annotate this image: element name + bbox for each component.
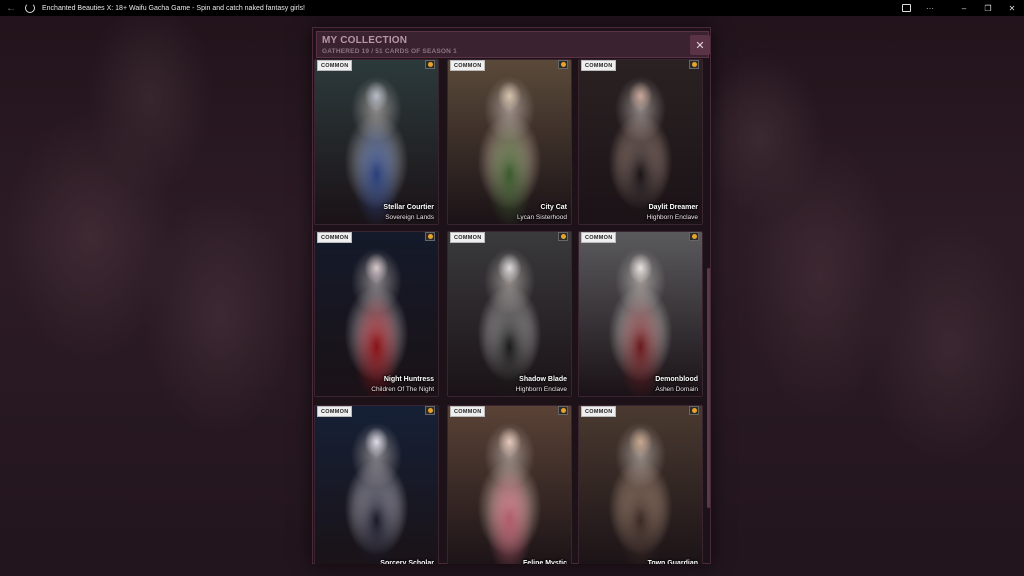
card-portrait-image [448,232,571,396]
rarity-badge: COMMON [450,232,486,243]
collection-card[interactable]: COMMON City Cat Lycan Sisterhood [447,59,572,225]
card-origin: Lycan Sisterhood [517,214,567,221]
card-portrait-image [579,232,702,396]
card-origin: Sovereign Lands [385,214,434,221]
panel-subtitle: GATHERED 19 / 51 CARDS OF SEASON 1 [322,48,457,55]
card-origin: Highborn Enclave [646,214,698,221]
card-portrait-image [315,406,438,564]
collection-card[interactable]: COMMON Feline Mystic [447,405,572,564]
card-portrait-image [315,232,438,396]
back-arrow-icon[interactable]: ← [0,3,22,14]
card-origin: Children Of The Night [371,386,434,393]
card-name: Night Huntress [383,376,434,383]
card-origin: Highborn Enclave [515,386,567,393]
rarity-badge: COMMON [581,60,617,71]
card-portrait-image [579,406,702,564]
minimize-button[interactable]: – [952,0,976,16]
rarity-badge: COMMON [317,232,353,243]
more-options-icon[interactable]: ··· [918,0,942,16]
cast-icon[interactable] [894,0,918,16]
coin-icon [425,60,435,69]
window-close-button[interactable]: ✕ [1000,0,1024,16]
card-portrait-image [579,60,702,224]
coin-icon [558,406,568,415]
rarity-badge: COMMON [450,406,486,417]
collection-card[interactable]: COMMON Stellar Courtier Sovereign Lands [314,59,439,225]
panel-title: MY COLLECTION [322,35,408,46]
collection-card[interactable]: COMMON Town Guardian [578,405,703,564]
rarity-badge: COMMON [581,232,617,243]
rarity-badge: COMMON [317,406,353,417]
window-titlebar: ← Enchanted Beauties X: 18+ Waifu Gacha … [0,0,1024,16]
coin-icon [689,60,699,69]
app-icon [22,0,38,16]
card-name: Shadow Blade [519,376,567,383]
collection-card[interactable]: COMMON Sorcery Scholar [314,405,439,564]
panel-header: MY COLLECTION GATHERED 19 / 51 CARDS OF … [316,31,710,58]
card-name: Daylit Dreamer [648,204,698,211]
coin-icon [558,60,568,69]
collection-card[interactable]: COMMON Shadow Blade Highborn Enclave [447,231,572,397]
collection-card[interactable]: COMMON Daylit Dreamer Highborn Enclave [578,59,703,225]
coin-icon [689,406,699,415]
card-portrait-image [448,406,571,564]
card-name: Town Guardian [647,560,698,564]
rarity-badge: COMMON [450,60,486,71]
coin-icon [689,232,699,241]
rarity-badge: COMMON [581,406,617,417]
card-origin: Ashen Domain [655,386,698,393]
card-name: Stellar Courtier [383,204,434,211]
collection-panel: MY COLLECTION GATHERED 19 / 51 CARDS OF … [312,27,711,564]
card-name: Feline Mystic [523,560,567,564]
window-title: Enchanted Beauties X: 18+ Waifu Gacha Ga… [42,4,305,12]
card-name: Sorcery Scholar [380,560,434,564]
card-name: City Cat [540,204,567,211]
close-collection-button[interactable]: ✕ [690,35,710,55]
card-portrait-image [448,60,571,224]
card-name: Demonblood [655,376,698,383]
scrollbar-thumb[interactable] [707,268,710,508]
collection-card[interactable]: COMMON Demonblood Ashen Domain [578,231,703,397]
coin-icon [558,232,568,241]
collection-card[interactable]: COMMON Night Huntress Children Of The Nigh… [314,231,439,397]
rarity-badge: COMMON [317,60,353,71]
maximize-button[interactable]: ❐ [976,0,1000,16]
card-portrait-image [315,60,438,224]
coin-icon [425,406,435,415]
card-grid[interactable]: COMMON Stellar Courtier Sovereign Lands COM… [314,59,706,564]
coin-icon [425,232,435,241]
